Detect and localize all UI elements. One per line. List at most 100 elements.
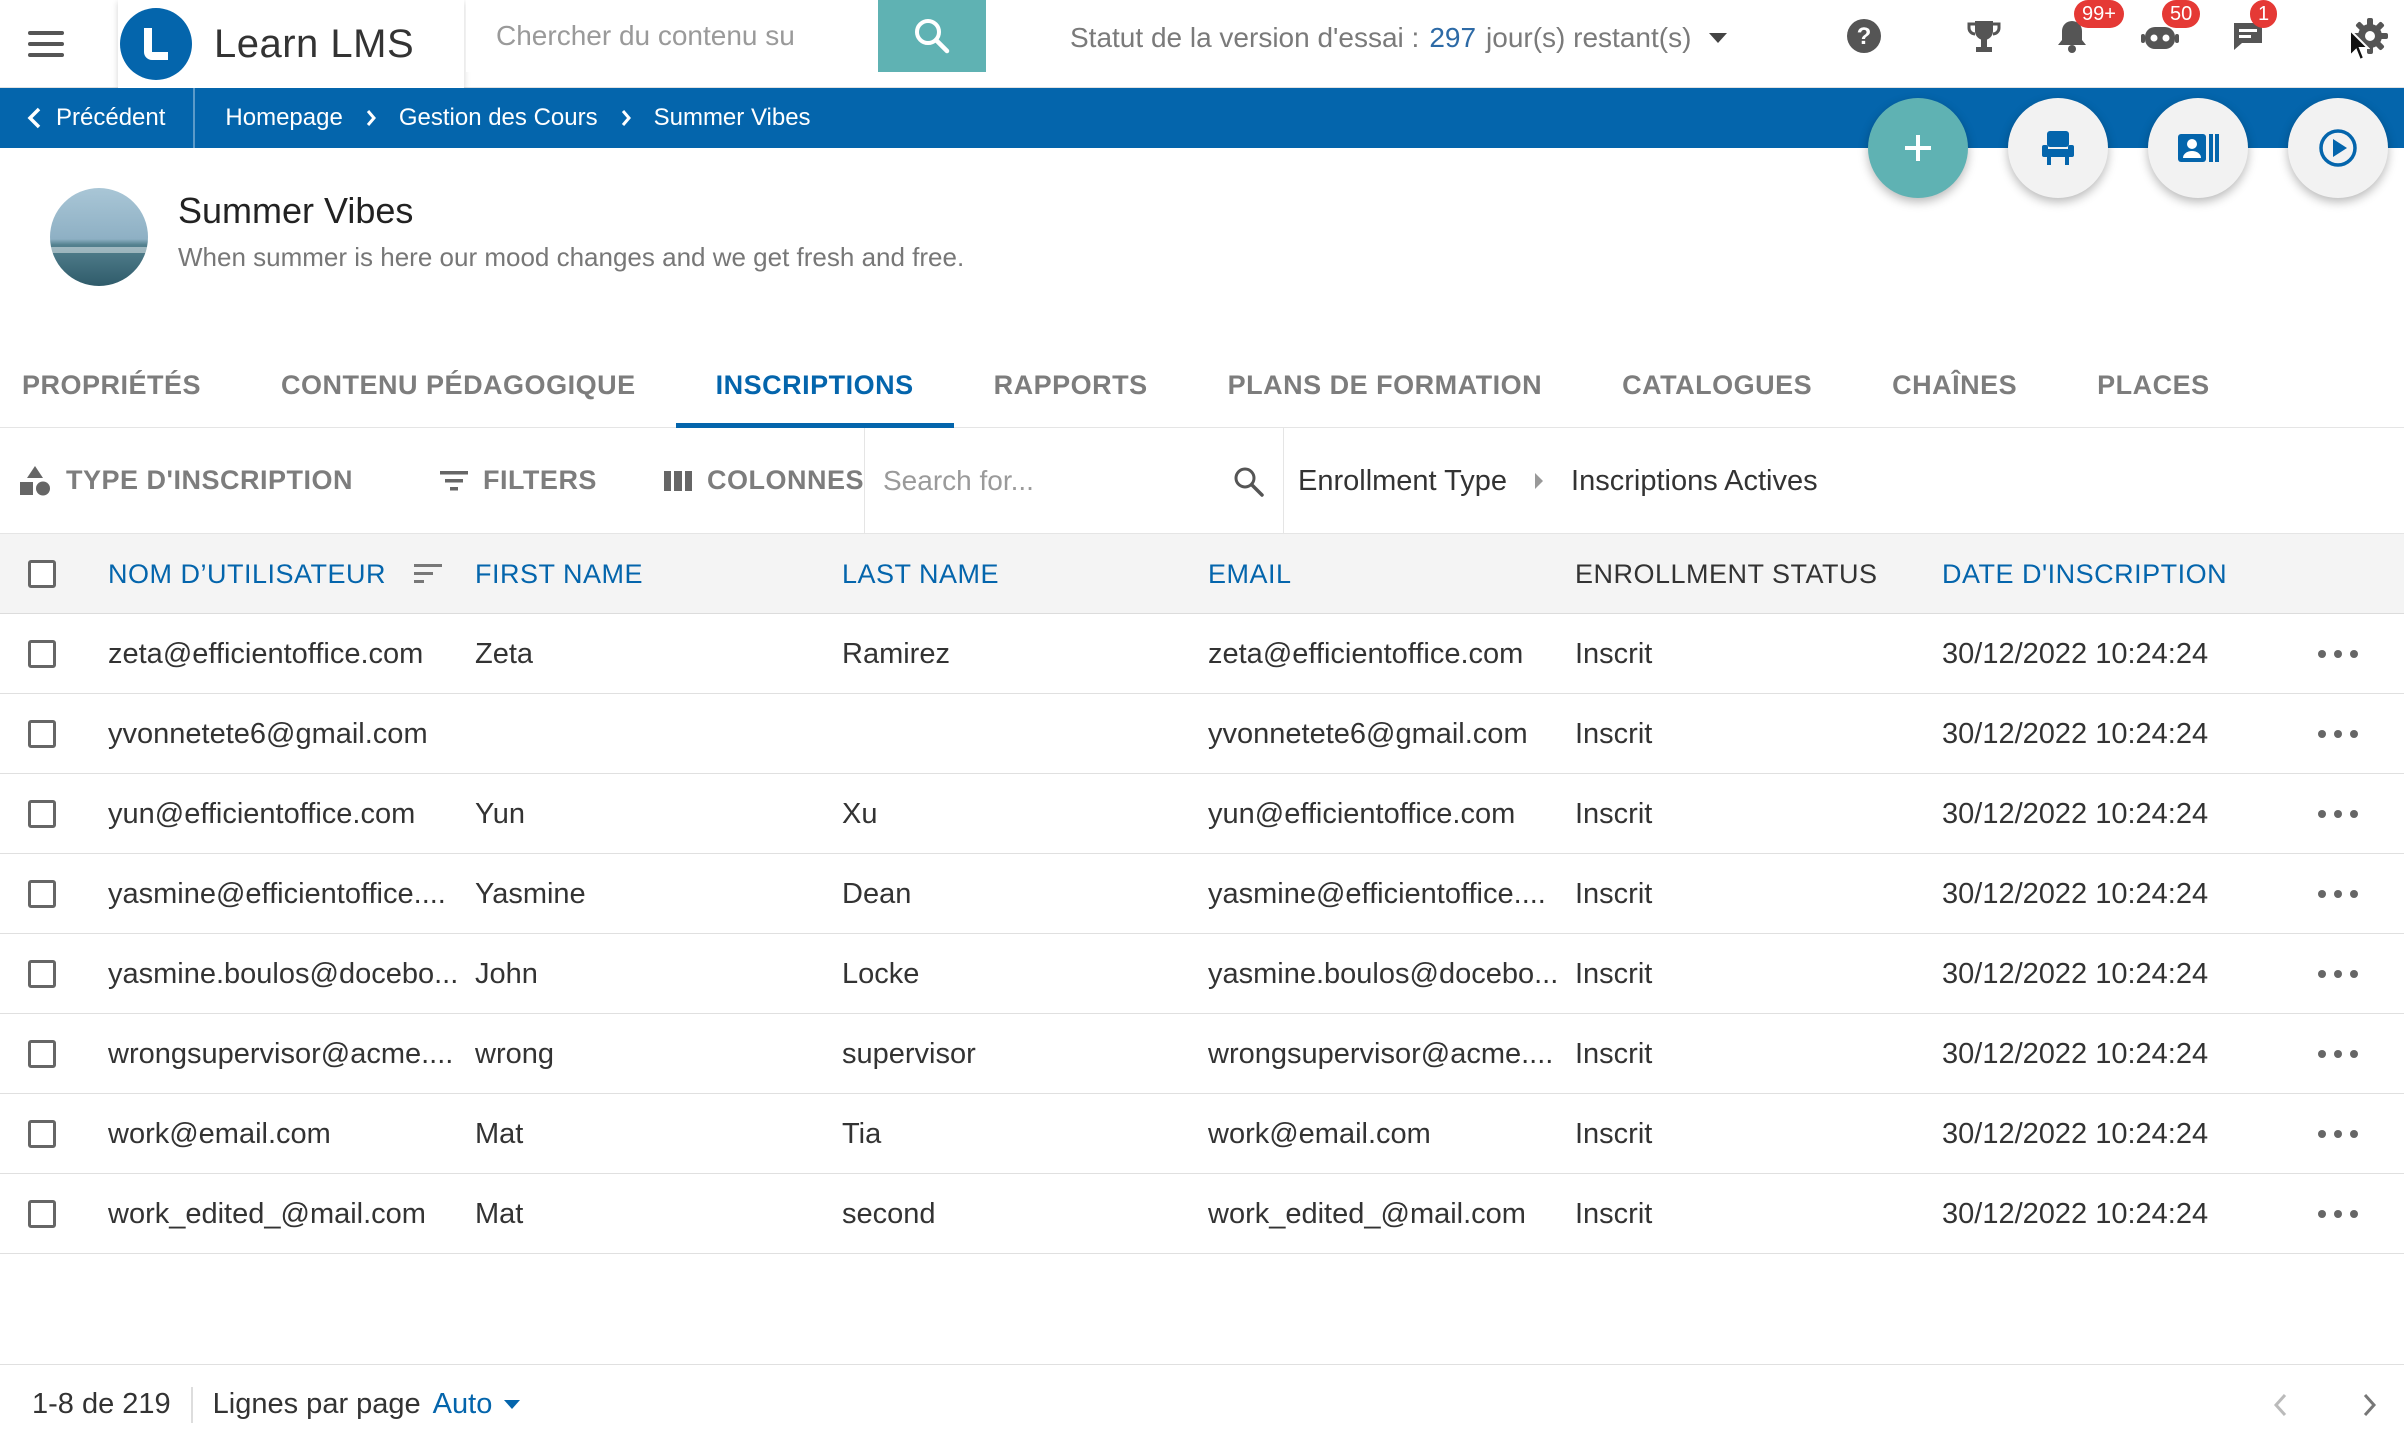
filter-crumb-active-enrollments: Inscriptions Actives — [1571, 464, 1818, 497]
cell-first-name: Mat — [475, 1197, 524, 1230]
column-header-last-name[interactable]: LAST NAME — [842, 534, 999, 614]
row-checkbox[interactable] — [28, 1200, 56, 1228]
tab-channels[interactable]: CHAÎNES — [1852, 344, 2057, 427]
tab-properties[interactable]: PROPRIÉTÉS — [0, 344, 241, 427]
cell-email: work@email.com — [1208, 1117, 1431, 1150]
row-checkbox[interactable] — [28, 960, 56, 988]
cell-last-name: Xu — [842, 797, 878, 830]
cell-enrollment-status: Inscrit — [1575, 797, 1653, 830]
table-search-input[interactable] — [883, 465, 1231, 497]
cell-email: wrongsupervisor@acme.... — [1208, 1037, 1554, 1070]
rows-per-page-select[interactable]: Auto — [433, 1388, 521, 1421]
table-row[interactable]: wrongsupervisor@acme.... wrong supervisor w… — [0, 1014, 2404, 1094]
column-header-email[interactable]: EMAIL — [1208, 534, 1292, 614]
play-button[interactable] — [2288, 98, 2388, 198]
cell-email: yun@efficientoffice.com — [1208, 797, 1516, 830]
cell-enrollment-status: Inscrit — [1575, 1037, 1653, 1070]
row-checkbox[interactable] — [28, 1120, 56, 1148]
next-page-button[interactable] — [2354, 1389, 2386, 1421]
dot — [2334, 890, 2342, 898]
dot — [2350, 810, 2358, 818]
dot — [2334, 650, 2342, 658]
global-search-button[interactable] — [878, 0, 986, 72]
chat-icon[interactable]: 1 — [2226, 0, 2278, 58]
brand[interactable]: Learn LMS — [118, 0, 464, 88]
more-options-icon[interactable] — [2318, 1040, 2358, 1068]
table-row[interactable]: yvonnetete6@gmail.com yvonnetete6@gmail.c… — [0, 694, 2404, 774]
enrollment-type-button[interactable]: TYPE D'INSCRIPTION — [0, 464, 373, 498]
chevron-left-icon — [2273, 1393, 2287, 1417]
row-checkbox[interactable] — [28, 640, 56, 668]
more-options-icon[interactable] — [2318, 1120, 2358, 1148]
search-icon[interactable] — [1231, 464, 1265, 498]
table-row[interactable]: work_edited_@mail.com Mat second work_edite… — [0, 1174, 2404, 1254]
id-card-icon — [2178, 134, 2219, 162]
cell-first-name: Yasmine — [475, 877, 586, 910]
trophy-icon[interactable] — [1962, 14, 2006, 58]
table-row[interactable]: yasmine.boulos@docebo... John Locke yasmine… — [0, 934, 2404, 1014]
more-options-icon[interactable] — [2318, 1200, 2358, 1228]
global-search-input[interactable] — [496, 20, 878, 52]
dot — [2318, 890, 2326, 898]
cell-username: yun@efficientoffice.com — [108, 797, 416, 830]
cell-enrollment-date: 30/12/2022 10:24:24 — [1942, 1037, 2209, 1070]
trial-days: 297 — [1429, 22, 1477, 53]
row-checkbox[interactable] — [28, 880, 56, 908]
seat-button[interactable] — [2008, 98, 2108, 198]
filters-label: FILTERS — [482, 465, 597, 495]
more-options-icon[interactable] — [2318, 960, 2358, 988]
dot — [2334, 810, 2342, 818]
column-header-enrollment-date[interactable]: DATE D'INSCRIPTION — [1942, 534, 2227, 614]
cell-first-name: Yun — [475, 797, 525, 830]
table-row[interactable]: zeta@efficientoffice.com Zeta Ramirez zeta@… — [0, 614, 2404, 694]
row-checkbox[interactable] — [28, 800, 56, 828]
add-button[interactable] — [1868, 98, 1968, 198]
row-checkbox[interactable] — [28, 720, 56, 748]
more-options-icon[interactable] — [2318, 720, 2358, 748]
cell-first-name: Mat — [475, 1117, 524, 1150]
tab-reports[interactable]: RAPPORTS — [954, 344, 1188, 427]
plus-icon — [1905, 135, 1931, 161]
dot — [2318, 650, 2326, 658]
select-all-checkbox[interactable] — [28, 560, 56, 588]
dot — [2350, 730, 2358, 738]
filters-button[interactable]: FILTERS — [419, 465, 617, 496]
more-options-icon[interactable] — [2318, 800, 2358, 828]
tab-enrollments[interactable]: INSCRIPTIONS — [675, 344, 954, 428]
breadcrumb-item-homepage[interactable]: Homepage — [225, 104, 342, 132]
column-header-username[interactable]: NOM D’UTILISATEUR — [108, 534, 444, 614]
brand-logo-icon — [120, 8, 192, 80]
cell-enrollment-date: 30/12/2022 10:24:24 — [1942, 1117, 2209, 1150]
cell-first-name: John — [475, 957, 538, 990]
tab-learning-plans[interactable]: PLANS DE FORMATION — [1188, 344, 1583, 427]
dot — [2334, 970, 2342, 978]
cell-email: yasmine.boulos@docebo... — [1208, 957, 1558, 990]
help-icon[interactable]: ? — [1842, 14, 1886, 58]
breadcrumb-item-course-management[interactable]: Gestion des Cours — [399, 104, 598, 132]
cell-enrollment-date: 30/12/2022 10:24:24 — [1942, 877, 2209, 910]
back-button[interactable]: Précédent — [0, 88, 196, 148]
menu-icon[interactable] — [28, 22, 72, 66]
columns-button[interactable]: COLONNES — [643, 465, 884, 496]
table-row[interactable]: yasmine@efficientoffice.... Yasmine Dean ya… — [0, 854, 2404, 934]
tab-learning-content[interactable]: CONTENU PÉDAGOGIQUE — [241, 344, 676, 427]
sort-icon[interactable] — [412, 562, 444, 586]
table-row[interactable]: yun@efficientoffice.com Yun Xu yun@efficien… — [0, 774, 2404, 854]
cell-username: zeta@efficientoffice.com — [108, 637, 424, 670]
more-options-icon[interactable] — [2318, 640, 2358, 668]
svg-text:?: ? — [1857, 23, 1872, 50]
dot — [2318, 1210, 2326, 1218]
table-row[interactable]: work@email.com Mat Tia work@email.com Inscri… — [0, 1094, 2404, 1174]
robot-icon[interactable]: 50 — [2138, 0, 2201, 58]
dot — [2350, 970, 2358, 978]
tab-seats[interactable]: PLACES — [2057, 344, 2250, 427]
row-checkbox[interactable] — [28, 1040, 56, 1068]
trial-status[interactable]: Statut de la version d'essai : 297 jour(… — [1070, 18, 1728, 58]
filter-crumb-enrollment-type[interactable]: Enrollment Type — [1298, 465, 1507, 498]
notifications-bell-icon[interactable]: 99+ — [2050, 0, 2124, 58]
previous-page-button[interactable] — [2264, 1389, 2296, 1421]
column-header-first-name[interactable]: FIRST NAME — [475, 534, 643, 614]
more-options-icon[interactable] — [2318, 880, 2358, 908]
badge-card-button[interactable] — [2148, 98, 2248, 198]
tab-catalogs[interactable]: CATALOGUES — [1582, 344, 1852, 427]
